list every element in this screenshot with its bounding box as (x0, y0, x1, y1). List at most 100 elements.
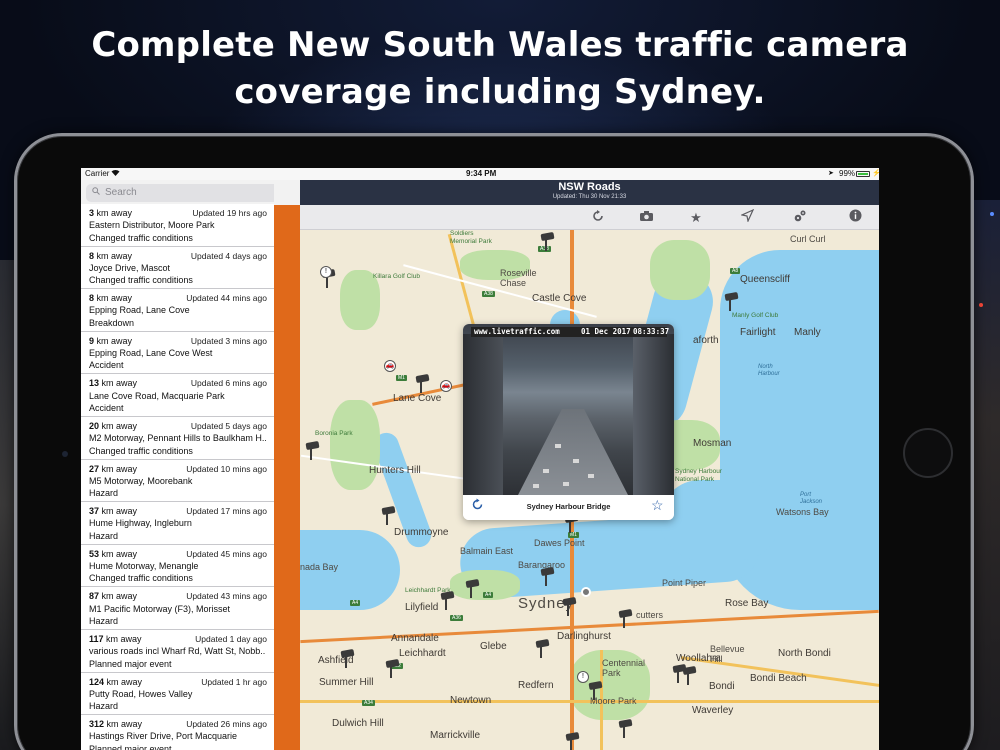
map-label-fairlight: Fairlight (740, 327, 776, 338)
incident-type: Changed traffic conditions (89, 232, 193, 243)
distance-unit: km away (99, 463, 138, 474)
info-icon (849, 209, 861, 222)
wifi-icon (111, 169, 120, 178)
incident-road: Joyce Drive, Mascot (89, 262, 171, 273)
route-shield: A38 (482, 291, 495, 297)
incident-row[interactable]: 124 km away Updated 1 hr ago Putty Road, H… (81, 673, 274, 716)
camera-button[interactable] (637, 209, 655, 227)
incident-row[interactable]: 27 km away Updated 10 mins ago M5 Motorway… (81, 460, 274, 503)
incident-road: Hastings River Drive, Port Macquarie (89, 731, 238, 742)
map-label-manly: Manly (794, 327, 821, 338)
incident-row[interactable]: 312 km away Updated 26 mins ago Hastings R… (81, 715, 274, 750)
refresh-button[interactable] (589, 209, 607, 227)
distance-value: 312 (89, 719, 105, 730)
map-label-north-harbour: North Harbour (758, 364, 780, 377)
incident-marker[interactable]: ! (320, 266, 332, 278)
map-label-annandale: Annandale (391, 633, 439, 644)
incident-updated: Updated 10 mins ago (186, 463, 267, 474)
traffic-camera-marker[interactable] (565, 731, 580, 750)
traffic-camera-marker[interactable] (465, 578, 480, 598)
traffic-camera-marker[interactable] (588, 680, 603, 700)
traffic-camera-marker[interactable] (535, 638, 550, 658)
distance-unit: km away (99, 378, 138, 389)
incident-type: Hazard (89, 488, 119, 499)
incident-type: Planned major event (89, 658, 172, 669)
harbour-east (660, 480, 780, 560)
traffic-camera-marker[interactable] (381, 505, 396, 525)
search-input[interactable]: Search (86, 184, 274, 202)
traffic-camera-marker[interactable] (305, 440, 320, 460)
map-label-curl-curl: Curl Curl (790, 234, 826, 244)
last-updated: Updated: Thu 30 Nov 21:33 (552, 194, 627, 200)
map-label-lane-cove: Lane Cove (393, 393, 442, 404)
map-label-killara-golf: Killara Golf Club (373, 273, 420, 280)
incident-row[interactable]: 117 km away Updated 1 day ago various road… (81, 630, 274, 673)
incident-type: Hazard (89, 701, 119, 712)
incident-row[interactable]: 53 km away Updated 45 mins ago Hume Motorw… (81, 545, 274, 588)
incident-road: M2 Motorway, Pennant Hills to Baulkham H… (89, 433, 266, 444)
map-label-boronia-park: Boronia Park (315, 430, 353, 437)
map-label-north-bondi: North Bondi (778, 648, 831, 659)
traffic-camera-marker[interactable] (618, 718, 633, 738)
route-shield: M1 (396, 375, 407, 381)
traffic-camera-marker[interactable] (562, 596, 577, 616)
home-button[interactable] (903, 428, 953, 478)
incident-type: Hazard (89, 530, 119, 541)
favorite-camera-button[interactable]: ☆ (651, 497, 664, 514)
incident-updated: Updated 43 mins ago (186, 591, 267, 602)
map-label-seaforth: aforth (693, 335, 719, 346)
incident-updated: Updated 1 hr ago (201, 676, 267, 687)
battery-percentage: 99% (839, 169, 856, 178)
camera-snapshot[interactable]: www.livetraffic.com 01 Dec 2017 08:33:37 (463, 324, 674, 495)
info-button[interactable] (846, 209, 864, 227)
distance-value: 87 (89, 591, 100, 602)
distance-value: 27 (89, 463, 100, 474)
star-icon: ★ (690, 210, 702, 225)
map-toolbar: ★ (300, 205, 879, 230)
navigate-button[interactable] (738, 208, 756, 227)
incident-type: Hazard (89, 615, 119, 626)
traffic-camera-marker[interactable] (385, 658, 400, 678)
map-label-drummoyne: Drummoyne (394, 527, 449, 538)
traffic-camera-marker[interactable] (415, 373, 430, 393)
traffic-camera-marker[interactable] (440, 590, 455, 610)
distance-unit: km away (94, 335, 133, 346)
incident-row[interactable]: 13 km away Updated 6 mins ago Lane Cove Ro… (81, 374, 274, 417)
location-arrow-icon: ➤ (828, 170, 834, 177)
traffic-camera-marker[interactable] (340, 648, 355, 668)
map-label-redfern: Redfern (518, 680, 554, 691)
incident-row[interactable]: 8 km away Updated 4 days ago Joyce Drive, … (81, 247, 274, 290)
incident-updated: Updated 4 days ago (190, 250, 267, 261)
incident-type: Breakdown (89, 317, 135, 328)
incident-row[interactable]: 37 km away Updated 17 mins ago Hume Highwa… (81, 502, 274, 545)
incident-row[interactable]: 3 km away Updated 19 hrs ago Eastern Distr… (81, 204, 274, 247)
map-label-bondi-beach: Bondi Beach (750, 673, 807, 684)
incident-type: Accident (89, 402, 124, 413)
traffic-camera-marker[interactable] (724, 291, 739, 311)
route-shield: A8 (730, 268, 741, 274)
incident-marker[interactable]: 🚗 (440, 380, 452, 392)
settings-button[interactable] (791, 209, 809, 227)
route-shield: A4 (350, 600, 361, 606)
distance-unit: km away (104, 719, 143, 730)
traffic-camera-marker[interactable] (682, 665, 697, 685)
distance-unit: km away (104, 676, 143, 687)
incident-marker[interactable]: 🚗 (384, 360, 396, 372)
search-icon (92, 187, 100, 197)
incident-row[interactable]: 9 km away Updated 3 mins ago Epping Road, … (81, 332, 274, 375)
incident-marker[interactable]: ! (577, 671, 589, 683)
sidebar-header-spacer (274, 180, 300, 205)
traffic-camera-marker[interactable] (540, 231, 555, 251)
traffic-camera-marker[interactable] (540, 566, 555, 586)
incident-row[interactable]: 8 km away Updated 44 mins ago Epping Road,… (81, 289, 274, 332)
favorites-button[interactable]: ★ (687, 209, 705, 227)
incident-type: Changed traffic conditions (89, 573, 193, 584)
camera-popup[interactable]: www.livetraffic.com 01 Dec 2017 08:33:37… (463, 324, 674, 520)
incident-row[interactable]: 87 km away Updated 43 mins ago M1 Pacific … (81, 587, 274, 630)
traffic-camera-marker[interactable] (618, 608, 633, 628)
map-label-sydney-harbour-np: Sydney Harbour National Park (675, 468, 722, 483)
incident-row[interactable]: 20 km away Updated 5 days ago M2 Motorway,… (81, 417, 274, 460)
distance-value: 117 (89, 633, 104, 644)
map-label-rose-bay: Rose Bay (725, 598, 769, 609)
search-placeholder: Search (105, 187, 137, 198)
